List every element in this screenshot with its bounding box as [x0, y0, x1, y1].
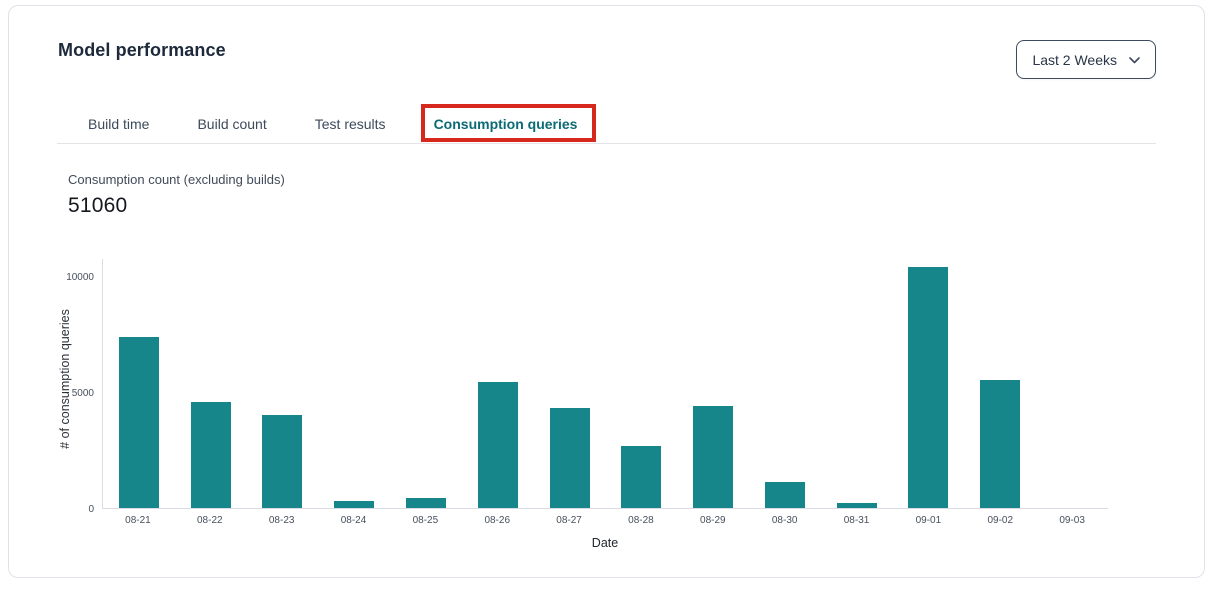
- metric-block: Consumption count (excluding builds) 510…: [68, 172, 285, 218]
- y-tick-label: 0: [14, 503, 94, 516]
- bar-09-01: [908, 267, 948, 508]
- x-tick-label: 08-30: [749, 515, 821, 526]
- page-title: Model performance: [58, 40, 226, 61]
- bar-08-31: [837, 503, 877, 508]
- x-tick-row: 08-2108-2208-2308-2408-2508-2608-2708-28…: [102, 515, 1108, 526]
- x-tick-label: 09-01: [892, 515, 964, 526]
- bar-08-23: [262, 415, 302, 508]
- bar-08-29: [693, 406, 733, 508]
- plot-area: [102, 259, 1108, 509]
- bar-08-27: [550, 408, 590, 508]
- y-tick-label: 10000: [14, 271, 94, 284]
- bar-slot: [103, 259, 175, 508]
- bar-slot: [318, 259, 390, 508]
- x-axis-label: Date: [102, 536, 1108, 550]
- x-tick-label: 08-26: [461, 515, 533, 526]
- tabs-bar: Build time Build count Test results Consump…: [57, 110, 1156, 144]
- bar-08-28: [621, 446, 661, 508]
- bars-row: [103, 259, 1108, 508]
- x-tick-label: 08-27: [533, 515, 605, 526]
- metric-value: 51060: [68, 194, 285, 218]
- x-tick-label: 08-24: [318, 515, 390, 526]
- y-axis-label: # of consumption queries: [58, 309, 72, 449]
- bar-slot: [677, 259, 749, 508]
- tab-build-time[interactable]: Build time: [88, 110, 149, 143]
- bar-08-21: [119, 337, 159, 508]
- tab-consumption-queries[interactable]: Consumption queries: [434, 110, 578, 143]
- bar-slot: [175, 259, 247, 508]
- bar-slot: [247, 259, 319, 508]
- date-range-value: Last 2 Weeks: [1032, 52, 1117, 68]
- bar-slot: [462, 259, 534, 508]
- x-tick-label: 08-25: [389, 515, 461, 526]
- date-range-dropdown[interactable]: Last 2 Weeks: [1016, 40, 1156, 79]
- x-tick-label: 08-22: [174, 515, 246, 526]
- x-tick-label: 08-28: [605, 515, 677, 526]
- bar-08-24: [334, 501, 374, 508]
- bar-slot: [605, 259, 677, 508]
- tab-build-count[interactable]: Build count: [197, 110, 266, 143]
- chevron-down-icon: [1129, 57, 1140, 64]
- model-performance-card: Model performance Last 2 Weeks Build tim…: [8, 5, 1205, 578]
- x-tick-label: 08-23: [246, 515, 318, 526]
- x-tick-label: 08-21: [102, 515, 174, 526]
- x-tick-label: 09-02: [964, 515, 1036, 526]
- bar-slot: [964, 259, 1036, 508]
- consumption-queries-chart: # of consumption queries 0 5000 10000 08-2…: [9, 6, 1204, 577]
- bar-slot: [390, 259, 462, 508]
- bar-slot: [893, 259, 965, 508]
- tab-test-results[interactable]: Test results: [315, 110, 386, 143]
- bar-08-26: [478, 382, 518, 508]
- y-tick-label: 5000: [14, 387, 94, 400]
- bar-slot: [534, 259, 606, 508]
- bar-slot: [1036, 259, 1108, 508]
- bar-slot: [749, 259, 821, 508]
- bar-08-30: [765, 482, 805, 508]
- bar-slot: [821, 259, 893, 508]
- x-tick-label: 08-31: [821, 515, 893, 526]
- bar-08-22: [191, 402, 231, 508]
- x-tick-label: 09-03: [1036, 515, 1108, 526]
- x-tick-label: 08-29: [677, 515, 749, 526]
- bar-09-02: [980, 380, 1020, 508]
- bar-08-25: [406, 498, 446, 508]
- metric-label: Consumption count (excluding builds): [68, 172, 285, 187]
